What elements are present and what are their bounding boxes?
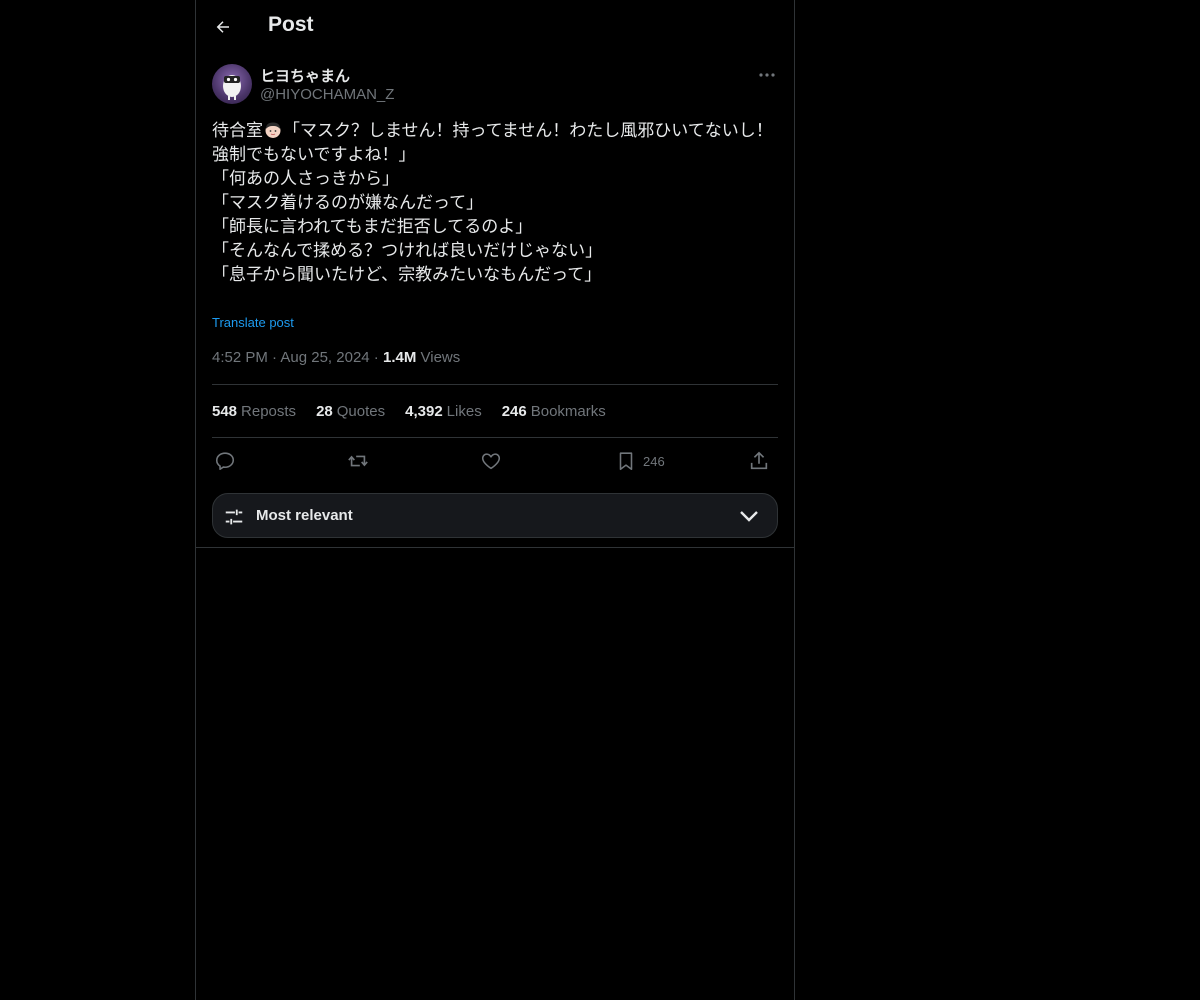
share-icon	[750, 451, 768, 470]
main-column: Post ヒヨちゃまん @HIYOCHAMAN_Z 待合室 「マスク？しません！持…	[195, 0, 795, 1000]
reposts-stat[interactable]: 548 Reposts	[212, 403, 296, 420]
meta-separator: ·	[369, 349, 383, 366]
divider	[212, 384, 778, 385]
repost-icon	[348, 455, 368, 467]
bookmark-count: 246	[643, 453, 665, 469]
reposts-label: Reposts	[241, 403, 297, 420]
views-count: 1.4M	[382, 349, 417, 366]
arrow-left-icon	[216, 21, 229, 33]
post-actions: 246	[212, 447, 778, 475]
quotes-stat[interactable]: 28 Quotes	[316, 403, 385, 420]
more-icon	[759, 73, 775, 77]
page-title: Post	[268, 13, 314, 36]
post-author: ヒヨちゃまん @HIYOCHAMAN_Z	[212, 64, 778, 108]
like-button[interactable]	[480, 447, 502, 475]
post-text-line1-prefix: 待合室	[212, 121, 263, 141]
back-button[interactable]	[212, 14, 234, 40]
repost-button[interactable]	[346, 447, 370, 475]
divider	[212, 437, 778, 438]
post-text-rest: 「何あの人さっきから」 「マスク着けるのが嫌なんだって」 「師長に言われてもまだ…	[212, 169, 603, 285]
bookmarks-label: Bookmarks	[530, 403, 606, 420]
likes-stat[interactable]: 4,392 Likes	[405, 403, 482, 420]
post-meta: 4:52 PM · Aug 25, 2024 · 1.4M Views	[212, 349, 460, 366]
page-header: Post	[196, 0, 794, 53]
share-button[interactable]	[748, 447, 770, 475]
reply-sort-dropdown[interactable]: Most relevant	[212, 493, 778, 538]
user-handle[interactable]: @HIYOCHAMAN_Z	[260, 86, 394, 103]
bookmark-icon	[619, 452, 633, 471]
display-name[interactable]: ヒヨちゃまん	[260, 65, 350, 86]
post-text-line1-suffix: 「マスク？しません！持ってません！わたし風邪ひいてないし！強制でもないですよね！…	[212, 121, 773, 165]
reply-button[interactable]	[214, 447, 236, 475]
bookmark-button[interactable]: 246	[615, 447, 665, 475]
avatar-image	[223, 75, 241, 100]
sort-label: Most relevant	[256, 507, 353, 524]
post-date[interactable]: Aug 25, 2024	[280, 349, 369, 366]
likes-label: Likes	[446, 403, 482, 420]
chevron-down-icon	[740, 511, 758, 522]
translate-post-link[interactable]: Translate post	[212, 315, 294, 330]
divider	[196, 547, 794, 548]
post-time[interactable]: 4:52 PM	[212, 349, 268, 366]
heart-icon	[481, 453, 501, 470]
sliders-icon	[225, 509, 243, 525]
avatar[interactable]	[212, 64, 252, 104]
more-options-button[interactable]	[756, 66, 778, 84]
quotes-count: 28	[316, 403, 333, 420]
reposts-count: 548	[212, 403, 238, 420]
bookmarks-count: 246	[501, 403, 527, 420]
views-label: Views	[420, 349, 461, 366]
quotes-label: Quotes	[336, 403, 386, 420]
woman-face-emoji-icon	[265, 122, 281, 138]
meta-separator: ·	[267, 349, 281, 366]
post-text: 待合室 「マスク？しません！持ってません！わたし風邪ひいてないし！強制でもないです…	[212, 119, 778, 287]
post-stats: 548 Reposts 28 Quotes 4,392 Likes 246 Bookma…	[212, 403, 606, 420]
bookmarks-stat[interactable]: 246 Bookmarks	[502, 403, 606, 420]
likes-count: 4,392	[405, 403, 443, 420]
reply-icon	[215, 452, 235, 471]
